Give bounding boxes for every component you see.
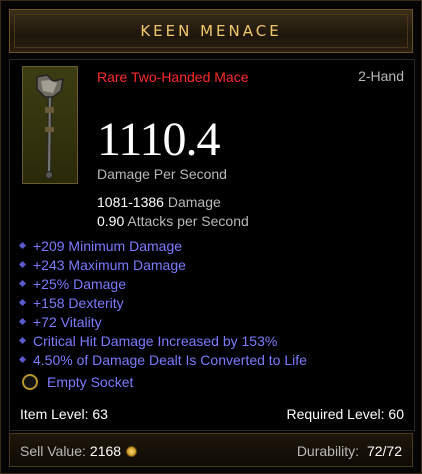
sell-label: Sell Value:	[20, 443, 86, 459]
required-level: Required Level: 60	[286, 406, 404, 422]
socket-label: Empty Socket	[47, 374, 134, 390]
damage-range-label: Damage	[167, 194, 221, 210]
sell-value: Sell Value: 2168	[20, 443, 138, 459]
affix-item: 4.50% of Damage Dealt Is Converted to Li…	[18, 350, 307, 369]
affix-text: +209 Minimum Damage	[33, 237, 183, 254]
damage-range-row: 1081-1386 Damage	[97, 194, 221, 210]
bullet-icon	[18, 298, 27, 307]
affix-item: +209 Minimum Damage	[18, 236, 307, 255]
mace-icon	[36, 74, 64, 179]
affix-text: +72 Vitality	[33, 313, 102, 330]
affix-text: 4.50% of Damage Dealt Is Converted to Li…	[33, 351, 307, 368]
damage-range-value: 1081-1386	[97, 194, 164, 210]
attack-speed-row: 0.90 Attacks per Second	[97, 213, 249, 229]
bullet-icon	[18, 355, 27, 364]
durability-value: 72/72	[366, 443, 402, 459]
bullet-icon	[18, 241, 27, 250]
affix-text: +158 Dexterity	[33, 294, 124, 311]
gold-coin-icon	[126, 445, 138, 457]
affix-text: +25% Damage	[33, 275, 127, 292]
item-tooltip: KEEN MENACE Rare Two-Handed Mace 2-Hand …	[0, 0, 422, 474]
affix-text: Critical Hit Damage Increased by 153%	[33, 332, 278, 349]
socket-row: Empty Socket	[22, 374, 133, 390]
item-details-panel: Rare Two-Handed Mace 2-Hand 1110.4 Damag…	[9, 59, 415, 431]
durability: Durability: 72/72	[297, 443, 402, 459]
attack-speed-label: Attacks per Second	[127, 213, 249, 229]
dps-label: Damage Per Second	[97, 166, 227, 182]
bullet-icon	[18, 317, 27, 326]
affix-item: +158 Dexterity	[18, 293, 307, 312]
bullet-icon	[18, 260, 27, 269]
dps-value: 1110.4	[97, 113, 220, 166]
item-slot-type: 2-Hand	[358, 68, 404, 84]
durability-label: Durability:	[296, 443, 360, 459]
item-level: Item Level: 63	[20, 406, 108, 422]
bullet-icon	[18, 336, 27, 345]
tooltip-footer: Sell Value: 2168 Durability: 72/72	[9, 433, 413, 467]
affix-item: +72 Vitality	[18, 312, 307, 331]
item-name: KEEN MENACE	[140, 22, 282, 40]
item-type: Rare Two-Handed Mace	[97, 69, 249, 85]
item-image	[22, 66, 78, 184]
bullet-icon	[18, 279, 27, 288]
affix-item: +243 Maximum Damage	[18, 255, 307, 274]
affix-item: +25% Damage	[18, 274, 307, 293]
affix-list: +209 Minimum Damage +243 Maximum Damage …	[18, 236, 307, 369]
item-title-bar: KEEN MENACE	[9, 9, 413, 53]
sell-amount: 2168	[89, 443, 122, 459]
affix-text: +243 Maximum Damage	[33, 256, 186, 273]
affix-item: Critical Hit Damage Increased by 153%	[18, 331, 307, 350]
attack-speed-value: 0.90	[97, 213, 125, 229]
socket-icon	[22, 374, 38, 390]
